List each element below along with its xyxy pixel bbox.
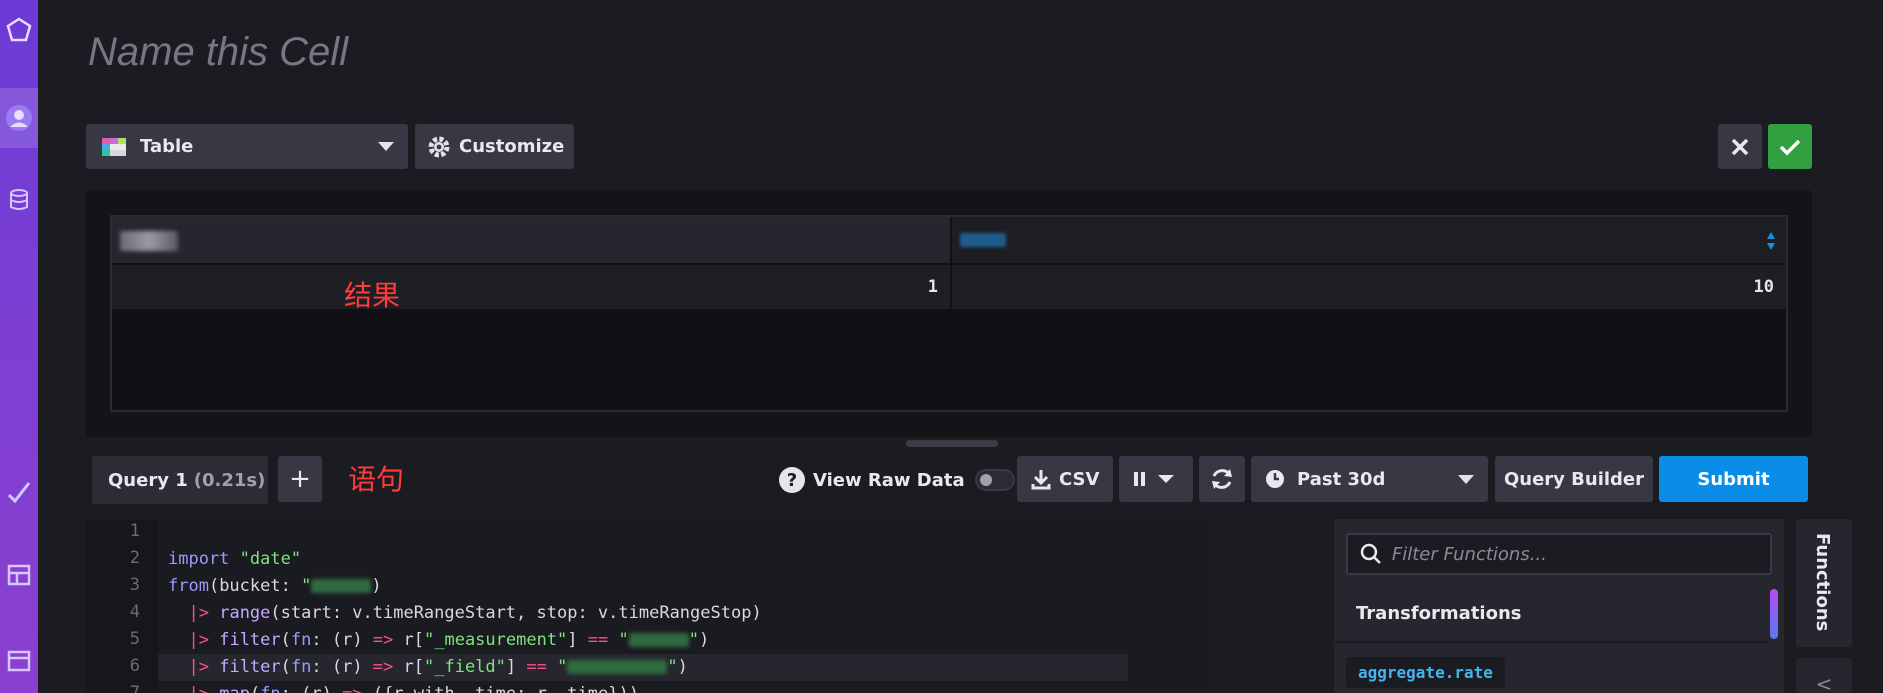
calendar-icon [7,650,31,672]
line-number-gutter: 1 2 3 4 5 6 7 [86,519,158,693]
search-icon [1360,543,1381,564]
redacted-text [567,660,668,674]
nav-explore[interactable] [0,463,38,523]
results-panel: 1 10 结果 [86,190,1812,437]
dashboard-grid-icon [7,564,31,586]
cell-name-input[interactable]: Name this Cell [88,30,348,75]
autorefresh-dropdown[interactable] [1119,456,1193,502]
redacted-header-text [120,231,178,251]
table-icon [102,137,126,156]
line-number: 5 [129,629,140,649]
main-area: Name this Cell Table Customize 1 10 结果 Q… [38,0,1883,693]
refresh-button[interactable] [1199,456,1245,502]
database-icon [10,189,28,210]
redacted-text [628,633,689,647]
user-avatar-icon [6,105,32,131]
left-nav [0,0,38,693]
panel-resize-handle[interactable] [906,440,998,447]
table-cell: 1 [112,265,950,309]
nav-data[interactable] [0,170,38,230]
time-range-label: Past 30d [1297,468,1386,490]
function-list-item[interactable]: aggregate.rate [1346,657,1505,688]
checkmark-icon [1779,139,1801,155]
add-query-button[interactable]: + [278,456,322,502]
view-raw-data-label: View Raw Data [813,469,965,491]
code-line: |> range(start: v.timeRangeStart, stop: … [188,603,762,623]
query-tab-label: Query 1 [108,469,188,491]
customize-button[interactable]: Customize [415,124,574,169]
functions-scrollbar[interactable] [1770,589,1778,639]
query-tab[interactable]: Query 1 (0.21s) [92,456,268,504]
nav-user[interactable] [0,88,38,148]
customize-label: Customize [459,136,565,157]
redacted-text [311,579,372,593]
function-category-heading: Transformations [1356,603,1522,624]
pause-icon [1134,472,1145,486]
filter-functions-input[interactable] [1391,543,1770,565]
line-number: 4 [129,602,140,622]
refresh-icon [1212,469,1232,489]
functions-tab-label: Functions [1812,533,1833,632]
sort-icon[interactable] [1766,230,1776,252]
logo-icon [6,17,32,42]
checkmark-graph-icon [7,482,31,504]
functions-panel: Transformations aggregate.rate [1334,519,1784,693]
code-line: |> map(fn: (r) => ({r with _time: r._tim… [158,681,1128,693]
line-number: 1 [129,521,140,541]
line-number: 6 [129,656,140,676]
query-annotation: 语句 [348,463,405,496]
nav-logo[interactable] [0,0,38,60]
caret-down-icon [378,142,394,151]
code-line: from(bucket: ") [168,576,382,596]
collapse-panel-button[interactable]: < [1796,658,1852,693]
results-annotation: 结果 [344,279,401,312]
filter-functions-field[interactable] [1346,533,1772,575]
column-header-2[interactable] [952,217,1786,263]
gear-icon [428,136,450,157]
column-header-1[interactable] [112,217,950,263]
submit-button[interactable]: Submit [1659,456,1808,502]
line-number: 2 [129,548,140,568]
app-root: Name this Cell Table Customize 1 10 结果 Q… [0,0,1883,693]
view-raw-data-toggle[interactable] [974,469,1015,491]
download-csv-button[interactable]: CSV [1017,456,1113,502]
cancel-button[interactable] [1718,124,1762,169]
visualization-type-label: Table [140,136,194,157]
time-range-dropdown[interactable]: Past 30d [1251,456,1488,502]
functions-tab[interactable]: Functions [1796,519,1852,647]
visualization-type-dropdown[interactable]: Table [86,124,408,169]
table-cell: 10 [952,265,1786,309]
close-icon [1731,138,1749,155]
code-line: import "date" [168,549,302,569]
line-number: 3 [129,575,140,595]
clock-icon [1266,470,1284,488]
save-button[interactable] [1768,124,1812,169]
caret-down-icon [1458,475,1474,484]
divider [1334,641,1768,643]
toggle-knob [979,474,992,486]
nav-tasks[interactable] [0,630,38,690]
download-icon [1031,470,1051,490]
nav-dashboards[interactable] [0,545,38,605]
code-line-active: |> filter(fn: (r) => r["_field"] == " ") [158,654,1128,681]
caret-down-icon [1158,475,1174,483]
code-line: |> filter(fn: (r) => r["_measurement"] =… [188,630,710,650]
help-icon[interactable]: ? [779,467,805,493]
line-number: 7 [129,683,140,693]
csv-label: CSV [1059,468,1100,490]
view-raw-data-toggle-group: ? View Raw Data [779,460,1015,500]
flux-code-editor[interactable]: 1 2 3 4 5 6 7 import "date" from(bucket:… [86,519,1208,693]
query-builder-button[interactable]: Query Builder [1495,456,1653,502]
redacted-header-text [960,233,1006,247]
query-tab-time: (0.21s) [193,469,266,491]
